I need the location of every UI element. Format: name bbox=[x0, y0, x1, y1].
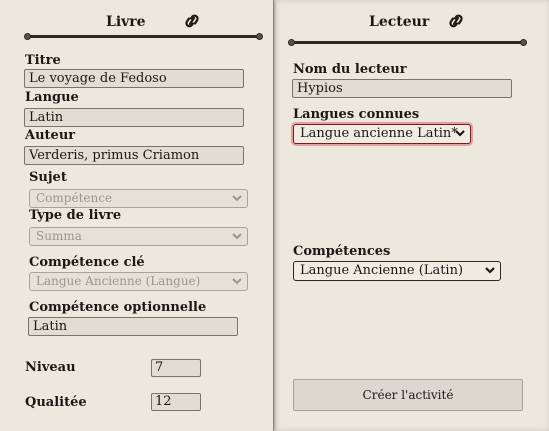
book-header-divider bbox=[24, 33, 263, 41]
book-type-select-value: Summa bbox=[36, 229, 82, 243]
book-panel-title: Livre bbox=[106, 14, 146, 30]
known-languages-select-value: Langue ancienne Latin* bbox=[300, 126, 458, 141]
quality-field[interactable]: 12 bbox=[151, 393, 201, 411]
subject-select-value: Compétence bbox=[36, 191, 113, 205]
subject-label: Sujet bbox=[29, 170, 67, 185]
reader-header-divider bbox=[288, 39, 527, 47]
chevron-down-icon bbox=[232, 195, 242, 202]
book-panel: Livre Titre Le voyage de Fedoso Langue L… bbox=[0, 0, 274, 431]
title-label: Titre bbox=[25, 53, 61, 68]
level-label: Niveau bbox=[25, 360, 76, 375]
skills-select-value: Langue Ancienne (Latin) bbox=[300, 263, 464, 278]
author-label: Auteur bbox=[25, 128, 76, 143]
reader-name-label: Nom du lecteur bbox=[293, 62, 407, 77]
optional-skill-field[interactable]: Latin bbox=[28, 317, 238, 336]
reader-panel: Lecteur Nom du lecteur Hypios Langues co… bbox=[275, 0, 549, 431]
key-skill-label: Compétence clé bbox=[29, 255, 145, 270]
book-type-label: Type de livre bbox=[29, 208, 122, 223]
known-languages-select[interactable]: Langue ancienne Latin* bbox=[293, 124, 471, 144]
chevron-down-icon bbox=[232, 233, 242, 240]
reader-name-field[interactable]: Hypios bbox=[292, 79, 512, 98]
key-skill-select[interactable]: Langue Ancienne (Langue) bbox=[29, 272, 248, 291]
chain-link-icon[interactable] bbox=[181, 13, 203, 29]
level-field[interactable]: 7 bbox=[151, 359, 201, 377]
title-field[interactable]: Le voyage de Fedoso bbox=[24, 69, 244, 88]
reader-panel-title: Lecteur bbox=[369, 14, 430, 30]
chevron-down-icon bbox=[232, 278, 242, 285]
chain-link-icon[interactable] bbox=[445, 13, 467, 29]
skills-label: Compétences bbox=[293, 244, 391, 259]
subject-select[interactable]: Compétence bbox=[29, 189, 248, 208]
chevron-down-icon bbox=[485, 267, 495, 274]
optional-skill-label: Compétence optionnelle bbox=[29, 300, 207, 315]
skills-select[interactable]: Langue Ancienne (Latin) bbox=[293, 261, 501, 281]
known-languages-label: Langues connues bbox=[293, 107, 420, 122]
book-type-select[interactable]: Summa bbox=[29, 227, 248, 246]
language-label: Langue bbox=[25, 90, 79, 105]
language-field[interactable]: Latin bbox=[24, 108, 244, 127]
chevron-down-icon bbox=[455, 130, 465, 137]
author-field[interactable]: Verderis, primus Criamon bbox=[24, 146, 244, 165]
key-skill-select-value: Langue Ancienne (Langue) bbox=[36, 274, 201, 288]
quality-label: Qualitée bbox=[25, 395, 87, 410]
create-activity-button[interactable]: Créer l'activité bbox=[293, 379, 523, 411]
